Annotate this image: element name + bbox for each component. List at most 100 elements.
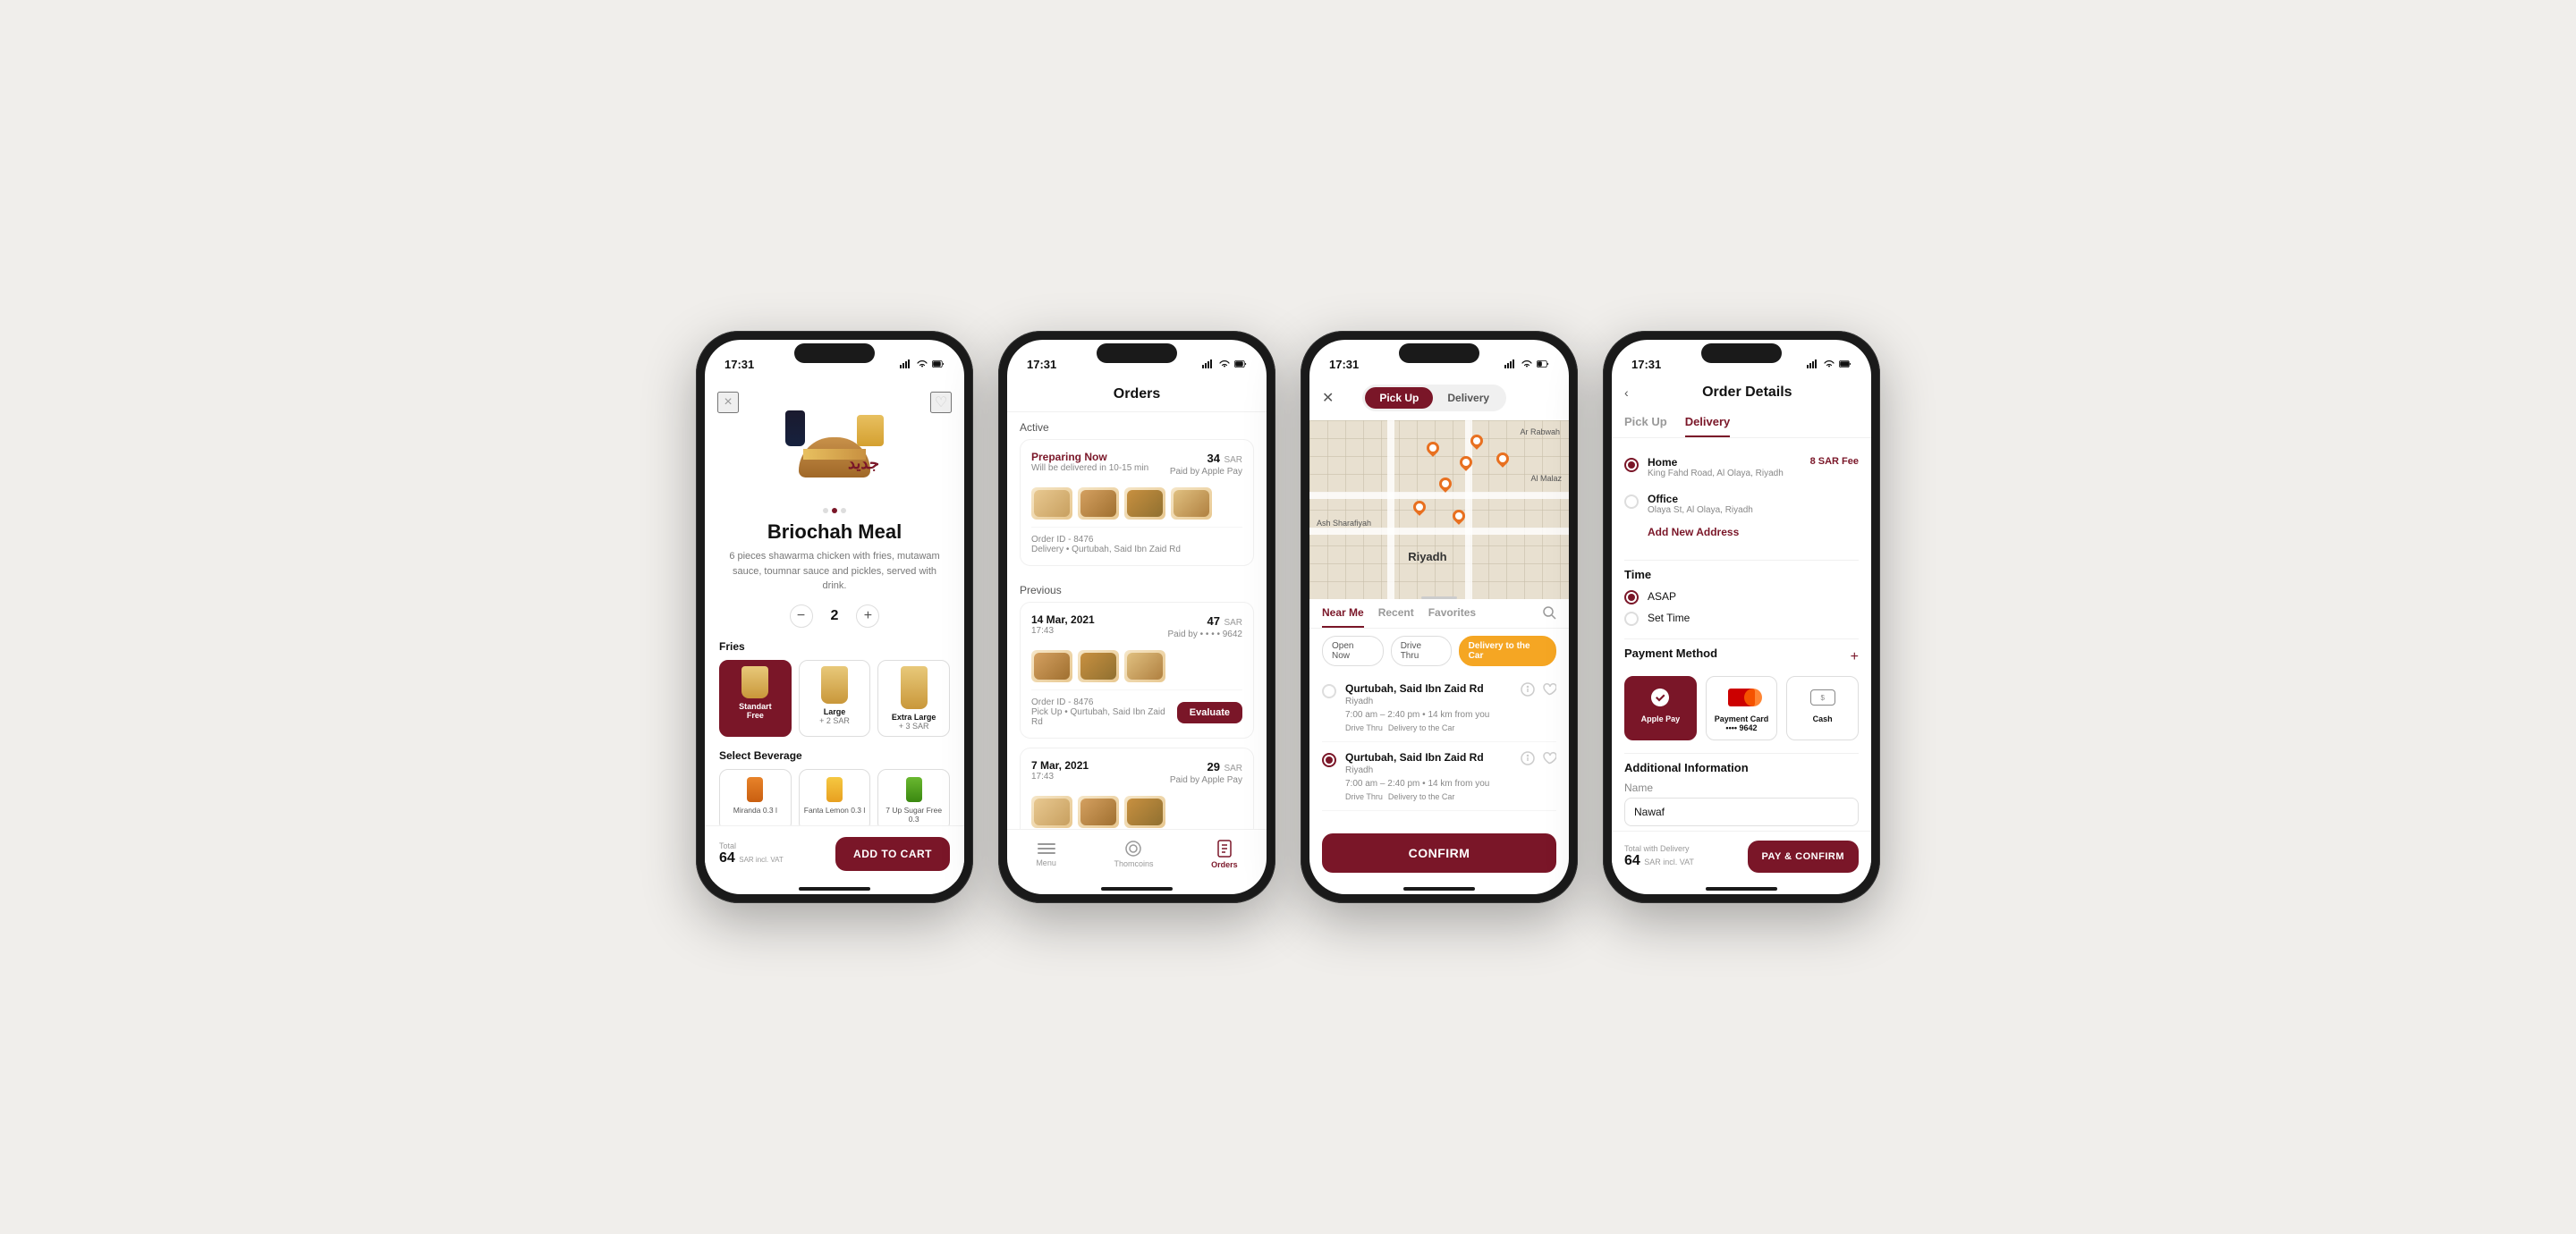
delivery-toggle-btn[interactable]: Delivery [1433,387,1504,409]
home-label: Home [1648,456,1801,469]
quantity-selector: − 2 + [719,604,950,628]
payment-card[interactable]: Payment Card•••• 9642 [1706,676,1778,740]
prev-2-paid-by: Paid by Apple Pay [1170,775,1242,785]
address-office[interactable]: Office Olaya St, Al Olaya, Riyadh [1624,486,1859,522]
home-detail: King Fahd Road, Al Olaya, Riyadh [1648,469,1801,478]
orders-header: Orders [1007,379,1267,412]
nav-menu[interactable]: Menu [1036,841,1056,867]
beverage-section-title: Select Beverage [719,749,950,762]
evaluate-button[interactable]: Evaluate [1177,702,1242,723]
active-order-card[interactable]: Preparing Now Will be delivered in 10-15… [1020,439,1254,566]
signal-icon [900,359,912,368]
confirm-button[interactable]: CONFIRM [1322,833,1556,873]
quantity-decrease[interactable]: − [790,604,813,628]
favorite-button[interactable]: ♡ [930,392,952,413]
home-radio[interactable] [1624,458,1639,472]
pickup-toggle-btn[interactable]: Pick Up [1365,387,1433,409]
location-info-1: Qurtubah, Said Ibn Zaid Rd Riyadh 7:00 a… [1345,682,1512,732]
tab-recent[interactable]: Recent [1378,599,1414,628]
nav-orders[interactable]: Orders [1211,839,1238,869]
heart-icon-2[interactable] [1542,751,1556,765]
previous-order-2[interactable]: 7 Mar, 2021 17:43 29 SAR Paid by Apple P… [1020,748,1254,829]
location-item-2[interactable]: Qurtubah, Said Ibn Zaid Rd Riyadh 7:00 a… [1322,742,1556,811]
filter-open-now[interactable]: Open Now [1322,636,1384,666]
prev-order-2-date-group: 7 Mar, 2021 17:43 [1031,759,1089,789]
name-input[interactable] [1624,798,1859,826]
filter-drive-thru[interactable]: Drive Thru [1391,636,1452,666]
nav-thomcoins[interactable]: Thomcoins [1114,840,1153,868]
dot-1 [823,508,828,513]
map-view[interactable]: Ar Rabwah Al Malaz Ash Sharafiyah Riyadh [1309,420,1569,599]
quantity-increase[interactable]: + [856,604,879,628]
status-time-3: 17:31 [1329,358,1359,371]
prev-order-1-time: 17:43 [1031,626,1095,636]
tab-near-me[interactable]: Near Me [1322,599,1364,628]
info-icon-2[interactable] [1521,751,1535,765]
active-order-id: Order ID - 8476 [1031,535,1181,545]
payment-cash[interactable]: $ Cash [1786,676,1859,740]
total-label: Total [719,841,784,850]
product-name: Briochah Meal [719,520,950,544]
tab-favorites[interactable]: Favorites [1428,599,1476,628]
p3-close-button[interactable]: ✕ [1322,389,1334,407]
pay-confirm-button[interactable]: PAY & CONFIRM [1748,841,1859,873]
payment-apple-pay[interactable]: Apple Pay [1624,676,1697,740]
prev-2-food-img-3 [1124,796,1165,828]
bev-miranda[interactable]: Miranda 0.3 l [719,769,792,832]
close-button[interactable]: × [717,392,739,413]
active-order-status: Preparing Now [1031,451,1148,463]
food-img-1 [1031,487,1072,520]
total-with-delivery-label: Total with Delivery [1624,844,1694,853]
p3-screen: ✕ Pick Up Delivery Ar Rabwah [1309,379,1569,882]
phone-3: 17:31 ✕ Pick Up Delivery [1301,331,1578,903]
set-time-radio[interactable] [1624,612,1639,626]
fry-label-large: Large [803,707,867,716]
bev-7up[interactable]: 7 Up Sugar Free 0.3 [877,769,950,832]
tab-pickup[interactable]: Pick Up [1624,408,1667,437]
address-home[interactable]: Home King Fahd Road, Al Olaya, Riyadh 8 … [1624,449,1859,486]
active-order-food-images [1031,487,1242,520]
loc-tag-delivery-2: Delivery to the Car [1388,792,1455,801]
tab-delivery[interactable]: Delivery [1685,408,1731,437]
office-radio[interactable] [1624,494,1639,509]
heart-icon-1[interactable] [1542,682,1556,697]
back-button[interactable]: ‹ [1624,385,1629,400]
add-to-cart-button[interactable]: ADD TO CART [835,837,950,871]
payment-methods: Apple Pay Payment Card•••• 9642 [1624,676,1859,740]
info-icon-1[interactable] [1521,682,1535,697]
prev-order-1-bottom: Order ID - 8476 Pick Up • Qurtubah, Said… [1031,689,1242,727]
order-details-body: Home King Fahd Road, Al Olaya, Riyadh 8 … [1612,438,1871,882]
location-radio-1[interactable] [1322,684,1336,698]
bev-label-fanta: Fanta Lemon 0.3 l [803,806,867,815]
home-address-info: Home King Fahd Road, Al Olaya, Riyadh [1648,456,1801,478]
asap-radio[interactable] [1624,590,1639,604]
status-icons-2 [1202,359,1247,368]
filter-delivery-car[interactable]: Delivery to the Car [1459,636,1556,666]
bev-fanta[interactable]: Fanta Lemon 0.3 l [799,769,871,832]
prev-food-img-2 [1078,650,1119,682]
fry-option-standard[interactable]: Standart Free [719,660,792,737]
product-description: 6 pieces shawarma chicken with fries, mu… [719,549,950,594]
prev-2-amount-value: 29 [1208,760,1220,773]
prev-order-1-date-group: 14 Mar, 2021 17:43 [1031,613,1095,643]
can-icon-fanta [826,777,843,802]
prev-2-food-img-1 [1031,796,1072,828]
fry-option-xlarge[interactable]: Extra Large + 3 SAR [877,660,950,737]
previous-order-1[interactable]: 14 Mar, 2021 17:43 47 SAR Paid by • • • … [1020,602,1254,739]
status-time-2: 17:31 [1027,358,1056,371]
search-icon[interactable] [1542,605,1556,622]
loc-tag-delivery-1: Delivery to the Car [1388,723,1455,732]
time-asap-row[interactable]: ASAP [1624,588,1859,604]
add-new-address[interactable]: Add New Address [1624,522,1859,547]
prev-1-amount-value: 47 [1208,614,1220,628]
location-item-1[interactable]: Qurtubah, Said Ibn Zaid Rd Riyadh 7:00 a… [1322,673,1556,742]
phone-notch-4 [1701,343,1782,363]
time-set-row[interactable]: Set Time [1624,610,1859,626]
home-indicator-2 [1101,887,1173,891]
add-payment-icon[interactable]: + [1851,649,1859,665]
location-radio-2[interactable] [1322,753,1336,767]
can-icon-7up [906,777,922,802]
prev-order-2-date: 7 Mar, 2021 [1031,759,1089,772]
prev-order-2-food-images [1031,796,1242,828]
fry-option-large[interactable]: Large + 2 SAR [799,660,871,737]
